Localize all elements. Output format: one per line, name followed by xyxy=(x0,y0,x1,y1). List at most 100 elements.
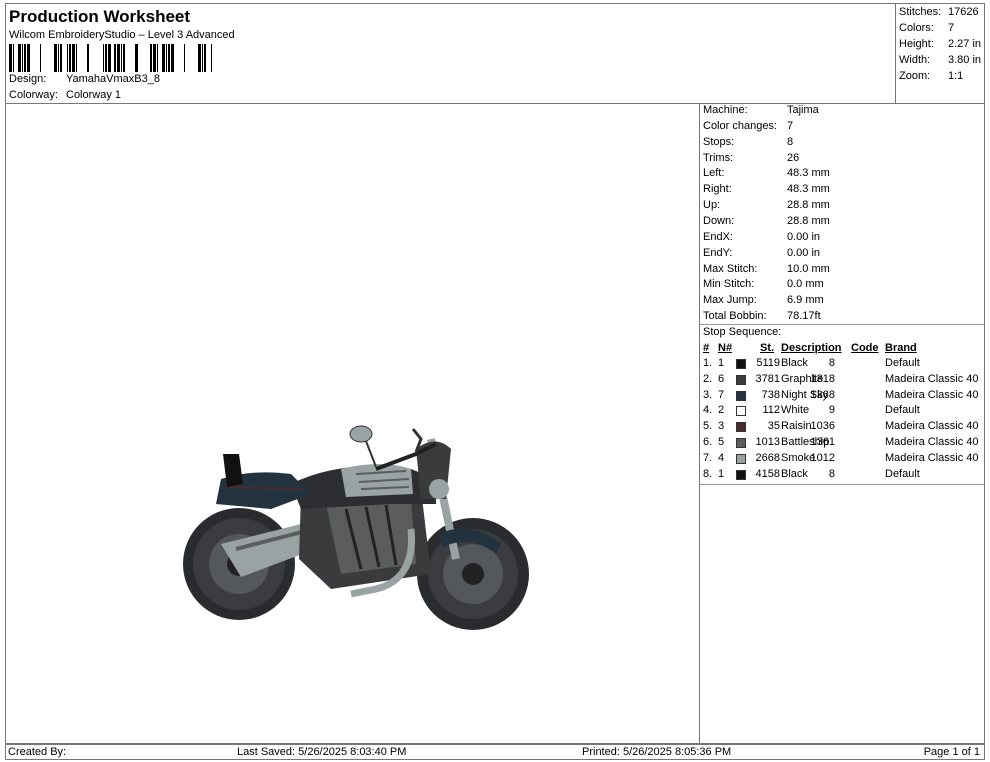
detail-value: 0.0 mm xyxy=(787,278,824,290)
detail-value: 48.3 mm xyxy=(787,167,830,179)
detail-label: Right: xyxy=(703,183,732,195)
needle-number: 1 xyxy=(718,467,725,480)
stitch-count: 3781 xyxy=(755,372,780,385)
color-swatch xyxy=(736,453,746,464)
thread-description: Black xyxy=(781,357,808,369)
detail-row: Down: 28.8 mm xyxy=(703,215,830,227)
stitch-count: 2668 xyxy=(755,451,780,464)
detail-value: 48.3 mm xyxy=(787,183,830,195)
detail-row: Color changes: 7 xyxy=(703,120,793,132)
col-header-stitches: St. xyxy=(760,342,775,354)
thread-code: 8 xyxy=(828,467,835,480)
needle-number: 5 xyxy=(718,436,725,448)
design-summary: Stitches: 17626 Colors: 7 Height: 2.27 in W… xyxy=(895,3,985,104)
stitch-count: 112 xyxy=(762,404,780,417)
thread-brand: Madeira Classic 40 xyxy=(885,436,979,448)
stop-sequence-row: 7. 4 2668 Smoke 1012 Madeira Classic 40 xyxy=(700,452,986,468)
color-swatch xyxy=(736,359,746,369)
detail-value: 10.0 mm xyxy=(787,263,830,275)
stop-number: 1. xyxy=(703,357,713,369)
stop-sequence-row: 3. 7 738 Night Sky 1368 Madeira Classic 40 xyxy=(700,389,986,405)
detail-label: Down: xyxy=(703,215,735,227)
barcode-image xyxy=(9,44,212,72)
detail-label: Min Stitch: xyxy=(703,278,755,290)
stop-number: 5. xyxy=(703,420,713,433)
stop-number: 6. xyxy=(703,436,713,448)
detail-value: Tajima xyxy=(787,104,819,116)
thread-code: 9 xyxy=(828,404,835,417)
detail-label: Max Stitch: xyxy=(703,263,758,275)
thread-brand: Madeira Classic 40 xyxy=(885,372,979,385)
color-swatch xyxy=(736,374,746,385)
thread-brand: Madeira Classic 40 xyxy=(885,451,979,464)
software-name: Wilcom EmbroideryStudio – Level 3 Advanc… xyxy=(9,29,235,41)
height-row: Height: 2.27 in xyxy=(899,38,981,50)
width-value: 3.80 in xyxy=(948,54,982,66)
stop-number: 2. xyxy=(703,372,713,385)
detail-value: 6.9 mm xyxy=(787,294,824,306)
design-row: Design: YamahaVmaxB3_8 xyxy=(9,73,160,85)
width-row: Width: 3.80 in xyxy=(899,54,981,66)
col-header-num: # xyxy=(703,342,710,354)
detail-value: 26 xyxy=(787,152,800,164)
machine-info-panel: Machine: Tajima Color changes: 7 Stops: 8 T… xyxy=(699,104,985,744)
detail-label: Left: xyxy=(703,167,725,179)
col-header-brand: Brand xyxy=(885,342,917,354)
thread-code: 1361 xyxy=(810,436,835,448)
stitches-label: Stitches: xyxy=(899,6,942,18)
detail-value: 0.00 in xyxy=(787,247,821,259)
detail-label: Color changes: xyxy=(703,120,777,132)
stop-sequence-row: 2. 6 3781 Graphite 1318 Madeira Classic 40 xyxy=(700,373,986,389)
detail-label: Machine: xyxy=(703,104,748,116)
thread-code: 1318 xyxy=(810,372,835,385)
detail-value: 8 xyxy=(787,136,794,148)
zoom-row: Zoom: 1:1 xyxy=(899,70,963,82)
height-label: Height: xyxy=(899,38,934,50)
needle-number: 4 xyxy=(718,451,725,464)
thread-brand: Default xyxy=(885,357,920,369)
needle-number: 1 xyxy=(718,357,725,369)
stop-number: 3. xyxy=(703,388,713,401)
design-label: Design: xyxy=(9,73,47,85)
thread-code: 8 xyxy=(828,357,835,369)
col-header-needle: N# xyxy=(718,342,733,354)
last-saved: Last Saved: 5/26/2025 8:03:40 PM xyxy=(237,746,407,758)
design-value: YamahaVmaxB3_8 xyxy=(66,73,160,85)
colorway-value: Colorway 1 xyxy=(66,89,122,101)
zoom-label: Zoom: xyxy=(899,70,931,82)
thread-brand: Default xyxy=(885,467,920,480)
stop-number: 4. xyxy=(703,404,713,417)
stop-sequence-row: 4. 2 112 White 9 Default xyxy=(700,404,986,420)
colors-row: Colors: 7 xyxy=(899,22,954,34)
detail-value: 78.17ft xyxy=(787,310,821,322)
created-by: Created By: xyxy=(8,746,67,758)
detail-row: EndX: 0.00 in xyxy=(703,231,820,243)
worksheet-header: Production Worksheet Wilcom EmbroiderySt… xyxy=(5,3,895,104)
needle-number: 2 xyxy=(718,404,725,417)
worksheet-footer: Created By: Last Saved: 5/26/2025 8:03:4… xyxy=(5,744,985,760)
stop-number: 8. xyxy=(703,467,713,480)
detail-row: Min Stitch: 0.0 mm xyxy=(703,278,824,290)
detail-value: 28.8 mm xyxy=(787,215,830,227)
color-swatch xyxy=(736,438,746,448)
stop-sequence-row: 5. 3 35 Raisin 1036 Madeira Classic 40 xyxy=(700,420,986,436)
printed-date: Printed: 5/26/2025 8:05:36 PM xyxy=(582,746,732,758)
stitches-value: 17626 xyxy=(948,6,979,18)
needle-number: 6 xyxy=(718,372,725,385)
detail-value: 7 xyxy=(787,120,794,132)
thread-code: 1036 xyxy=(810,420,835,433)
thread-description: Raisin xyxy=(781,420,812,433)
thread-brand: Madeira Classic 40 xyxy=(885,420,979,433)
stitch-count: 4158 xyxy=(755,467,780,480)
thread-brand: Madeira Classic 40 xyxy=(885,388,979,401)
colorway-row: Colorway: Colorway 1 xyxy=(9,89,121,101)
color-swatch xyxy=(736,390,746,401)
stitch-count: 738 xyxy=(761,388,780,401)
detail-row: Machine: Tajima xyxy=(703,104,819,116)
stitches-row: Stitches: 17626 xyxy=(899,6,979,18)
detail-row: Left: 48.3 mm xyxy=(703,167,830,179)
colors-value: 7 xyxy=(948,22,955,34)
detail-row: Right: 48.3 mm xyxy=(703,183,830,195)
detail-row: Trims: 26 xyxy=(703,152,799,164)
detail-row: Total Bobbin: 78.17ft xyxy=(703,310,821,322)
